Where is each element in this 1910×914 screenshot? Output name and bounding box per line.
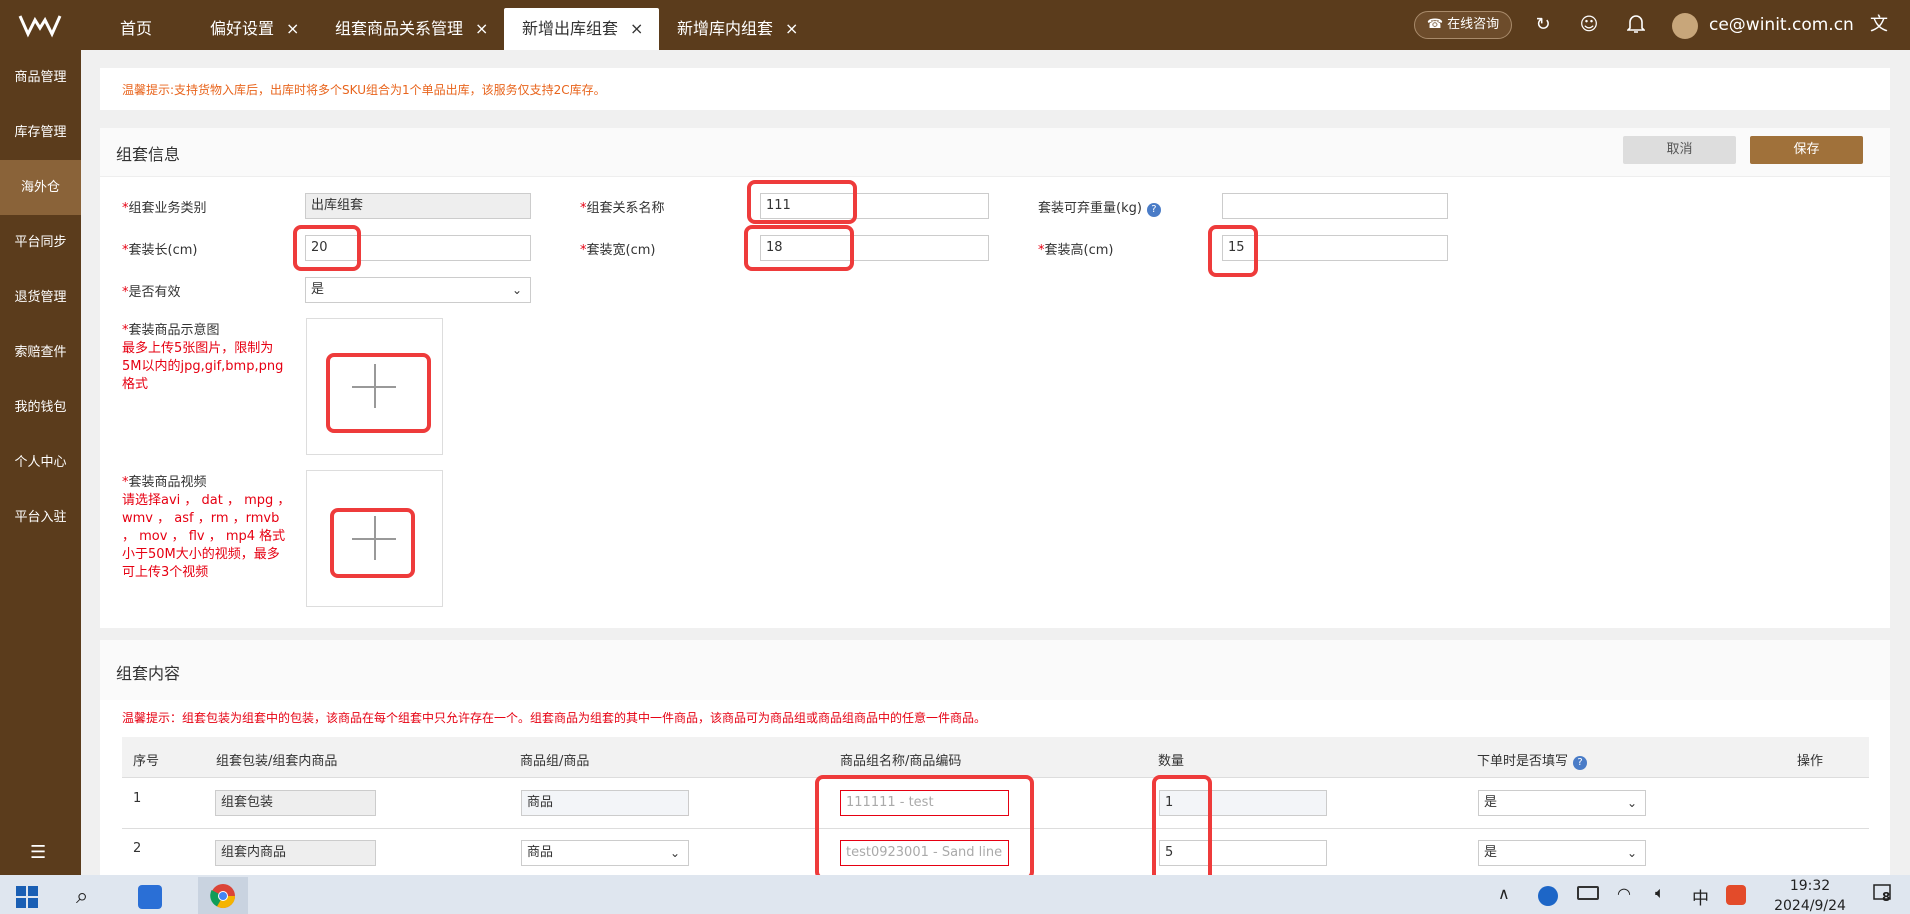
headset-icon: ☎: [1426, 17, 1448, 32]
app-icon[interactable]: [138, 885, 162, 909]
column-header: 操作: [1797, 754, 1824, 769]
notification-count: 8: [1882, 890, 1891, 904]
user-email[interactable]: ce@winit.com.cn: [1709, 12, 1854, 38]
row-fill-select[interactable]: 是 ⌄: [1478, 840, 1646, 866]
notice-text: 温馨提示:支持货物入库后，出库时将多个SKU组合为1个单品出库，该服务仅支持2C…: [122, 83, 606, 97]
category-label: *组套业务类别: [122, 201, 207, 216]
notification-icon[interactable]: 8: [1872, 882, 1894, 904]
content-notice: 温馨提示：组套包装为组套中的包装，该商品在每个组套中只允许存在一个。组套商品为组…: [122, 711, 987, 725]
clock-date[interactable]: 2024/9/24: [1768, 898, 1852, 914]
row-kind-field: 组套内商品: [215, 840, 376, 866]
table-header: [122, 737, 1869, 778]
column-header: 商品组名称/商品编码: [840, 754, 962, 769]
tab-home[interactable]: 首页: [120, 8, 152, 50]
wifi-icon[interactable]: ◠: [1617, 884, 1631, 903]
speaker-icon[interactable]: 🔈︎: [1655, 883, 1665, 903]
chevron-up-icon[interactable]: ∧: [1498, 884, 1510, 903]
avatar[interactable]: [1672, 13, 1698, 39]
winit-logo[interactable]: [18, 10, 62, 40]
section-title: 组套内容: [116, 664, 181, 683]
chevron-down-icon: ⌄: [1626, 796, 1637, 810]
row-group-field: 商品: [521, 790, 689, 816]
chrome-icon: [210, 884, 235, 909]
column-header: 下单时是否填写?: [1477, 750, 1588, 770]
highlight-box: [1208, 225, 1258, 277]
highlight-box: [744, 225, 854, 271]
bundle-info-header: [100, 128, 1890, 177]
clock-time[interactable]: 19:32: [1780, 878, 1840, 894]
sidebar-item-platform-onboard[interactable]: 平台入驻: [0, 490, 81, 545]
help-icon[interactable]: ?: [1146, 203, 1161, 217]
height-label: *套装高(cm): [1038, 243, 1114, 258]
discard-weight-input[interactable]: [1222, 193, 1448, 219]
windows-start-icon[interactable]: [16, 886, 38, 908]
row-number: 2: [133, 841, 142, 856]
row-group-select[interactable]: 商品 ⌄: [521, 840, 689, 866]
help-icon[interactable]: ?: [1573, 756, 1588, 770]
close-icon[interactable]: ×: [475, 19, 488, 38]
category-field: 出库组套: [305, 193, 531, 219]
video-label: *套装商品视频: [122, 475, 207, 490]
section-title: 组套信息: [116, 145, 181, 164]
sogou-icon[interactable]: [1726, 885, 1746, 905]
valid-select[interactable]: 是 ⌄: [305, 277, 531, 303]
highlight-box: [330, 508, 415, 578]
sidebar-item-claims[interactable]: 索赔查件: [0, 325, 81, 380]
save-button[interactable]: 保存: [1750, 136, 1863, 164]
image-label: *套装商品示意图: [122, 323, 220, 338]
sidebar-item-inventory[interactable]: 库存管理: [0, 105, 81, 160]
highlight-box: [1152, 775, 1212, 890]
sidebar-item-platform-sync[interactable]: 平台同步: [0, 215, 81, 270]
theme-icon[interactable]: ☺: [1578, 14, 1600, 36]
column-header: 序号: [133, 754, 160, 769]
highlight-box: [293, 225, 361, 271]
image-hint: 最多上传5张图片，限制为5M以内的jpg,gif,bmp,png格式: [122, 341, 284, 392]
sidebar-item-product[interactable]: 商品管理: [0, 50, 81, 105]
ime-indicator[interactable]: 中: [1692, 884, 1709, 909]
tray-app-icon[interactable]: [1538, 886, 1558, 906]
battery-icon[interactable]: [1577, 886, 1599, 900]
sidebar-item-returns[interactable]: 退货管理: [0, 270, 81, 325]
bell-icon[interactable]: [1625, 14, 1647, 36]
highlight-box: [747, 180, 857, 224]
name-label: *组套关系名称: [580, 201, 665, 216]
tab-preferences[interactable]: 偏好设置 ×: [210, 8, 299, 50]
cancel-button[interactable]: 取消: [1623, 136, 1736, 164]
close-icon[interactable]: ×: [785, 19, 798, 38]
discard-weight-label: 套装可弃重量(kg)?: [1038, 197, 1161, 217]
tab-bundle-relation[interactable]: 组套商品关系管理 ×: [335, 8, 488, 50]
valid-label: *是否有效: [122, 285, 181, 300]
online-consult-button[interactable]: ☎ 在线咨询: [1414, 11, 1512, 39]
chevron-down-icon: ⌄: [669, 846, 680, 860]
video-hint: 请选择avi ， dat ， mpg ， wmv ， asf ，rm ，rmvb…: [122, 493, 291, 580]
column-header: 商品组/商品: [520, 754, 590, 769]
length-label: *套装长(cm): [122, 243, 198, 258]
sidebar-item-overseas-warehouse[interactable]: 海外仓: [0, 160, 81, 215]
column-header: 数量: [1158, 754, 1185, 769]
highlight-box: [326, 353, 431, 433]
width-label: *套装宽(cm): [580, 243, 656, 258]
refresh-icon[interactable]: ↻: [1532, 14, 1554, 36]
close-icon[interactable]: ×: [630, 19, 643, 38]
chevron-down-icon: ⌄: [511, 283, 522, 297]
row-kind-field: 组套包装: [215, 790, 376, 816]
translate-icon[interactable]: 文: [1868, 14, 1890, 36]
highlight-box: [815, 775, 1034, 880]
row-number: 1: [133, 791, 142, 806]
bundle-content-header: [100, 640, 1890, 700]
search-icon[interactable]: ⌕: [76, 884, 88, 909]
tab-new-outbound-bundle[interactable]: 新增出库组套 ×: [504, 8, 659, 50]
sidebar-item-wallet[interactable]: 我的钱包: [0, 380, 81, 435]
chrome-taskbar-button[interactable]: [198, 877, 248, 914]
sidebar-item-profile[interactable]: 个人中心: [0, 435, 81, 490]
close-icon[interactable]: ×: [286, 19, 299, 38]
chevron-down-icon: ⌄: [1626, 846, 1637, 860]
menu-collapse-icon[interactable]: ☰: [30, 842, 46, 863]
tab-new-inbound-bundle[interactable]: 新增库内组套 ×: [677, 8, 798, 50]
column-header: 组套包装/组套内商品: [216, 754, 338, 769]
row-fill-select[interactable]: 是 ⌄: [1478, 790, 1646, 816]
